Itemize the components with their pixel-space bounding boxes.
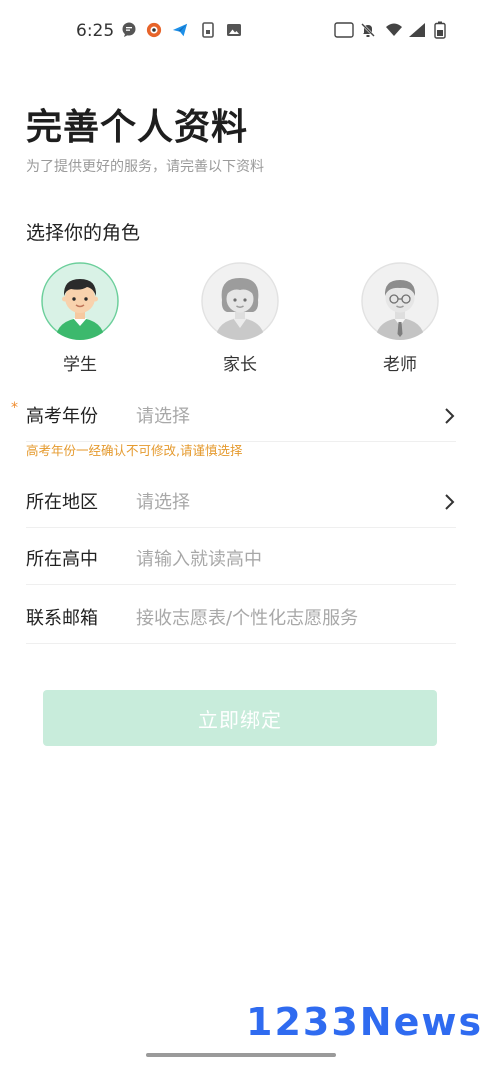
send-icon: [172, 22, 188, 38]
field-high-school-input[interactable]: 请输入就读高中: [136, 545, 262, 571]
status-time: 6:25: [76, 21, 115, 41]
required-mark: *: [11, 400, 18, 416]
page-subtitle: 为了提供更好的服务，请完善以下资料: [26, 159, 264, 175]
field-exam-year-label: 高考年份: [26, 406, 98, 427]
role-teacher[interactable]: 老师: [360, 262, 440, 375]
field-email-input[interactable]: 接收志愿表/个性化志愿服务: [136, 604, 358, 630]
field-high-school[interactable]: 所在高中 请输入就读高中: [26, 541, 456, 585]
bind-button[interactable]: 立即绑定: [43, 690, 437, 746]
role-student-label: 学生: [63, 355, 97, 375]
volte-icon: [334, 22, 354, 38]
role-parent-label: 家长: [223, 355, 257, 375]
page-title: 完善个人资料: [26, 107, 249, 148]
teacher-avatar-icon: [361, 262, 439, 340]
role-heading: 选择你的角色: [26, 222, 141, 244]
watermark-logo: 1233News: [246, 1000, 480, 1044]
parent-avatar-icon: [201, 262, 279, 340]
field-email[interactable]: 联系邮箱 接收志愿表/个性化志愿服务: [26, 600, 456, 644]
mute-icon: [360, 22, 376, 38]
battery-icon: [434, 21, 446, 39]
field-exam-year-value: 请选择: [136, 406, 190, 427]
image-icon: [226, 22, 242, 38]
home-indicator[interactable]: [146, 1053, 336, 1057]
sim-icon: [200, 22, 216, 38]
status-bar: 6:25: [0, 0, 480, 60]
role-teacher-label: 老师: [383, 355, 417, 375]
chevron-right-icon: [442, 492, 456, 512]
bird-app-icon: [146, 22, 162, 38]
role-student[interactable]: 学生: [40, 262, 120, 375]
field-region-label: 所在地区: [26, 492, 98, 513]
field-region[interactable]: 所在地区 请选择: [26, 484, 456, 528]
signal-icon: [408, 22, 426, 38]
exam-year-hint: 高考年份一经确认不可修改,请谨慎选择: [26, 443, 243, 458]
field-high-school-label: 所在高中: [26, 549, 98, 570]
field-email-label: 联系邮箱: [26, 608, 98, 629]
role-parent[interactable]: 家长: [200, 262, 280, 375]
field-exam-year[interactable]: * 高考年份 请选择: [11, 398, 456, 442]
field-region-value: 请选择: [136, 492, 190, 513]
message-icon: [121, 22, 137, 38]
wifi-icon: [385, 22, 403, 38]
chevron-right-icon: [442, 406, 456, 426]
student-avatar-icon: [41, 262, 119, 340]
